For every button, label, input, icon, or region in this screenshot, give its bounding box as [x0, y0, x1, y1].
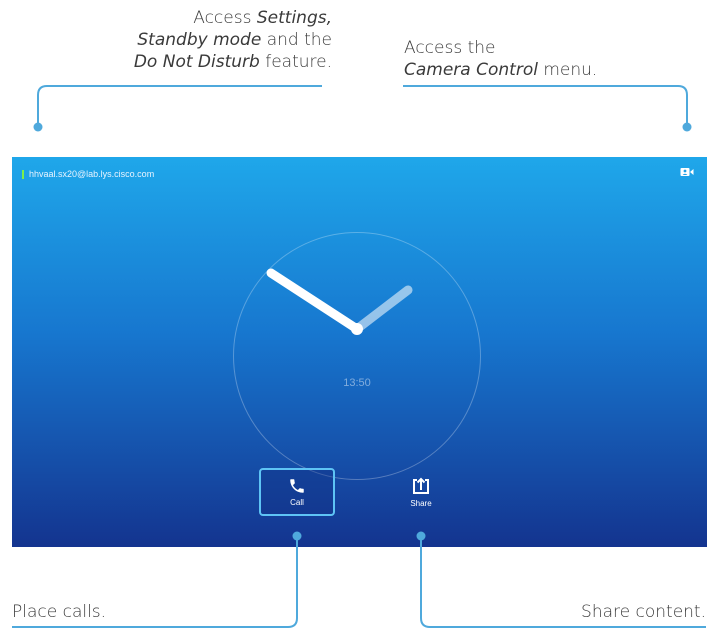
- share-upload-icon: [413, 477, 429, 494]
- callout-text-emphasis: Camera Control: [404, 60, 538, 80]
- phone-icon: [290, 479, 304, 493]
- callout-text-part: Access: [193, 8, 257, 28]
- share-button-label: Share: [410, 499, 432, 508]
- leader-dot-settings: [33, 122, 43, 132]
- share-button[interactable]: Share: [383, 468, 459, 516]
- clock-hands: [266, 268, 413, 335]
- leader-line-camera: [403, 85, 688, 127]
- callout-text-emphasis: Standby mode: [137, 30, 262, 50]
- clock-center: [351, 323, 363, 335]
- call-button[interactable]: Call: [259, 468, 335, 516]
- callout-camera-text: Access the Camera Control menu.: [404, 37, 694, 81]
- clock-hour-hand: [266, 268, 362, 334]
- callout-settings-text: Access Settings, Standby mode and the Do…: [60, 7, 332, 73]
- callout-text-emphasis: Settings,: [256, 8, 332, 28]
- call-button-label: Call: [290, 498, 304, 507]
- device-home-screen: hhvaal.sx20@lab.lys.cisco.com 13:50 Call…: [12, 157, 707, 547]
- callout-text-part: Access the: [404, 38, 496, 58]
- callout-share-text: Share content.: [581, 602, 706, 622]
- clock-minute-hand: [352, 285, 413, 334]
- leader-dot-camera: [682, 122, 692, 132]
- callout-text-part: and the: [261, 30, 332, 50]
- callout-text-part: feature.: [259, 52, 332, 72]
- leader-line-settings: [37, 85, 322, 127]
- callout-text-emphasis: Do Not Disturb: [133, 52, 260, 72]
- callout-call-text: Place calls.: [12, 602, 107, 622]
- callout-text-part: menu.: [537, 60, 598, 80]
- clock-time: 13:50: [343, 377, 371, 389]
